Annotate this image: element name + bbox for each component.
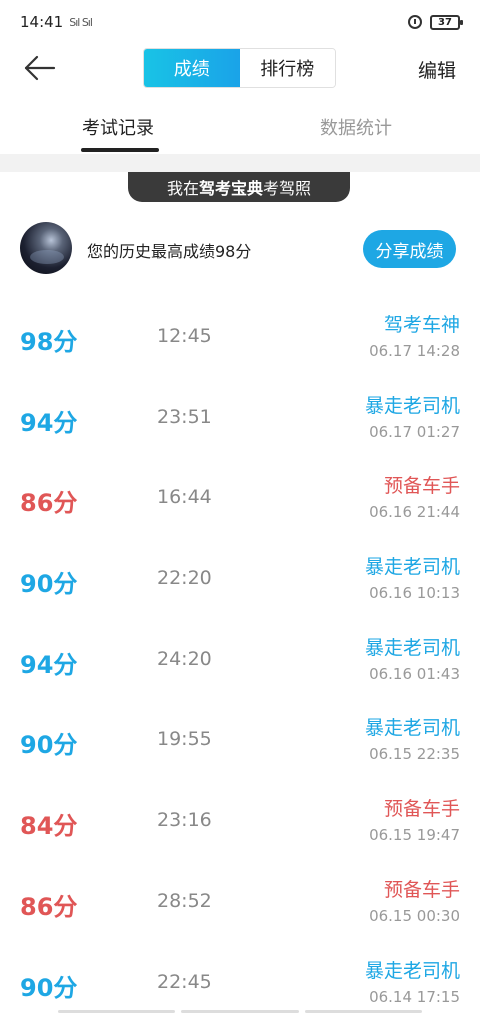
avatar[interactable] (20, 222, 72, 274)
status-left: 14:41 Sıl Sıl (20, 13, 92, 31)
tab-statistics[interactable]: 数据统计 (320, 114, 392, 140)
record-title: 暴走老司机 (365, 713, 460, 740)
record-time: 06.16 10:13 (369, 584, 460, 602)
subtabs: 考试记录 数据统计 (0, 104, 480, 154)
record-duration: 28:52 (157, 890, 212, 912)
record-duration: 22:20 (157, 567, 212, 589)
record-time: 06.14 17:15 (369, 988, 460, 1006)
record-row[interactable]: 94分 23:51 暴走老司机 06.17 01:27 (0, 377, 480, 458)
record-time: 06.15 22:35 (369, 745, 460, 763)
status-time: 14:41 (20, 13, 63, 31)
promo-suffix: 考驾照 (263, 175, 311, 199)
alarm-icon (408, 15, 422, 29)
record-time: 06.16 01:43 (369, 665, 460, 683)
record-row[interactable]: 98分 12:45 驾考车神 06.17 14:28 (0, 296, 480, 377)
status-bar: 14:41 Sıl Sıl 37 (0, 0, 480, 44)
back-button[interactable] (22, 52, 58, 84)
segment-control: 成绩 排行榜 (143, 48, 336, 88)
tab-ranking[interactable]: 排行榜 (240, 49, 336, 87)
record-title: 暴走老司机 (365, 956, 460, 983)
record-score: 98分 (20, 322, 77, 357)
best-score-text: 您的历史最高成绩98分 (87, 238, 251, 262)
record-title: 驾考车神 (384, 310, 460, 337)
record-time: 06.17 14:28 (369, 342, 460, 360)
record-row[interactable]: 86分 16:44 预备车手 06.16 21:44 (0, 457, 480, 538)
promo-banner: 我在驾考宝典考驾照 (128, 172, 350, 202)
record-time: 06.15 00:30 (369, 907, 460, 925)
promo-brand: 驾考宝典 (199, 175, 263, 199)
record-duration: 19:55 (157, 728, 212, 750)
record-title: 预备车手 (384, 471, 460, 498)
share-score-button[interactable]: 分享成绩 (363, 230, 456, 268)
record-row[interactable]: 90分 22:20 暴走老司机 06.16 10:13 (0, 538, 480, 619)
record-duration: 23:16 (157, 809, 212, 831)
record-duration: 23:51 (157, 406, 212, 428)
record-score: 86分 (20, 887, 77, 922)
record-title: 暴走老司机 (365, 391, 460, 418)
record-title: 暴走老司机 (365, 633, 460, 660)
record-title: 预备车手 (384, 875, 460, 902)
record-score: 86分 (20, 483, 77, 518)
record-duration: 24:20 (157, 648, 212, 670)
record-row[interactable]: 90分 19:55 暴走老司机 06.15 22:35 (0, 699, 480, 780)
record-time: 06.17 01:27 (369, 423, 460, 441)
record-score: 94分 (20, 403, 77, 438)
record-score: 90分 (20, 968, 77, 1003)
tab-score[interactable]: 成绩 (144, 49, 240, 87)
divider-band (0, 154, 480, 172)
record-time: 06.15 19:47 (369, 826, 460, 844)
record-row[interactable]: 86分 28:52 预备车手 06.15 00:30 (0, 861, 480, 942)
records-list: 98分 12:45 驾考车神 06.17 14:28 94分 23:51 暴走老司机 06.1… (0, 296, 480, 1022)
record-duration: 16:44 (157, 486, 212, 508)
status-right: 37 (408, 15, 460, 30)
record-time: 06.16 21:44 (369, 503, 460, 521)
arrow-left-icon (22, 52, 58, 84)
tab-exam-records[interactable]: 考试记录 (82, 114, 154, 140)
edit-button[interactable]: 编辑 (418, 56, 456, 83)
record-duration: 12:45 (157, 325, 212, 347)
promo-prefix: 我在 (167, 175, 199, 199)
signal-icon: Sıl Sıl (69, 16, 92, 29)
record-row[interactable]: 94分 24:20 暴走老司机 06.16 01:43 (0, 619, 480, 700)
record-row[interactable]: 84分 23:16 预备车手 06.15 19:47 (0, 780, 480, 861)
record-score: 90分 (20, 564, 77, 599)
record-duration: 22:45 (157, 971, 212, 993)
best-score-row: 您的历史最高成绩98分 分享成绩 (0, 220, 480, 280)
tab-indicator (81, 148, 159, 152)
record-score: 94分 (20, 645, 77, 680)
record-title: 暴走老司机 (365, 552, 460, 579)
record-score: 90分 (20, 725, 77, 760)
header: 成绩 排行榜 编辑 (0, 44, 480, 92)
battery-icon: 37 (430, 15, 460, 30)
record-score: 84分 (20, 806, 77, 841)
record-title: 预备车手 (384, 794, 460, 821)
